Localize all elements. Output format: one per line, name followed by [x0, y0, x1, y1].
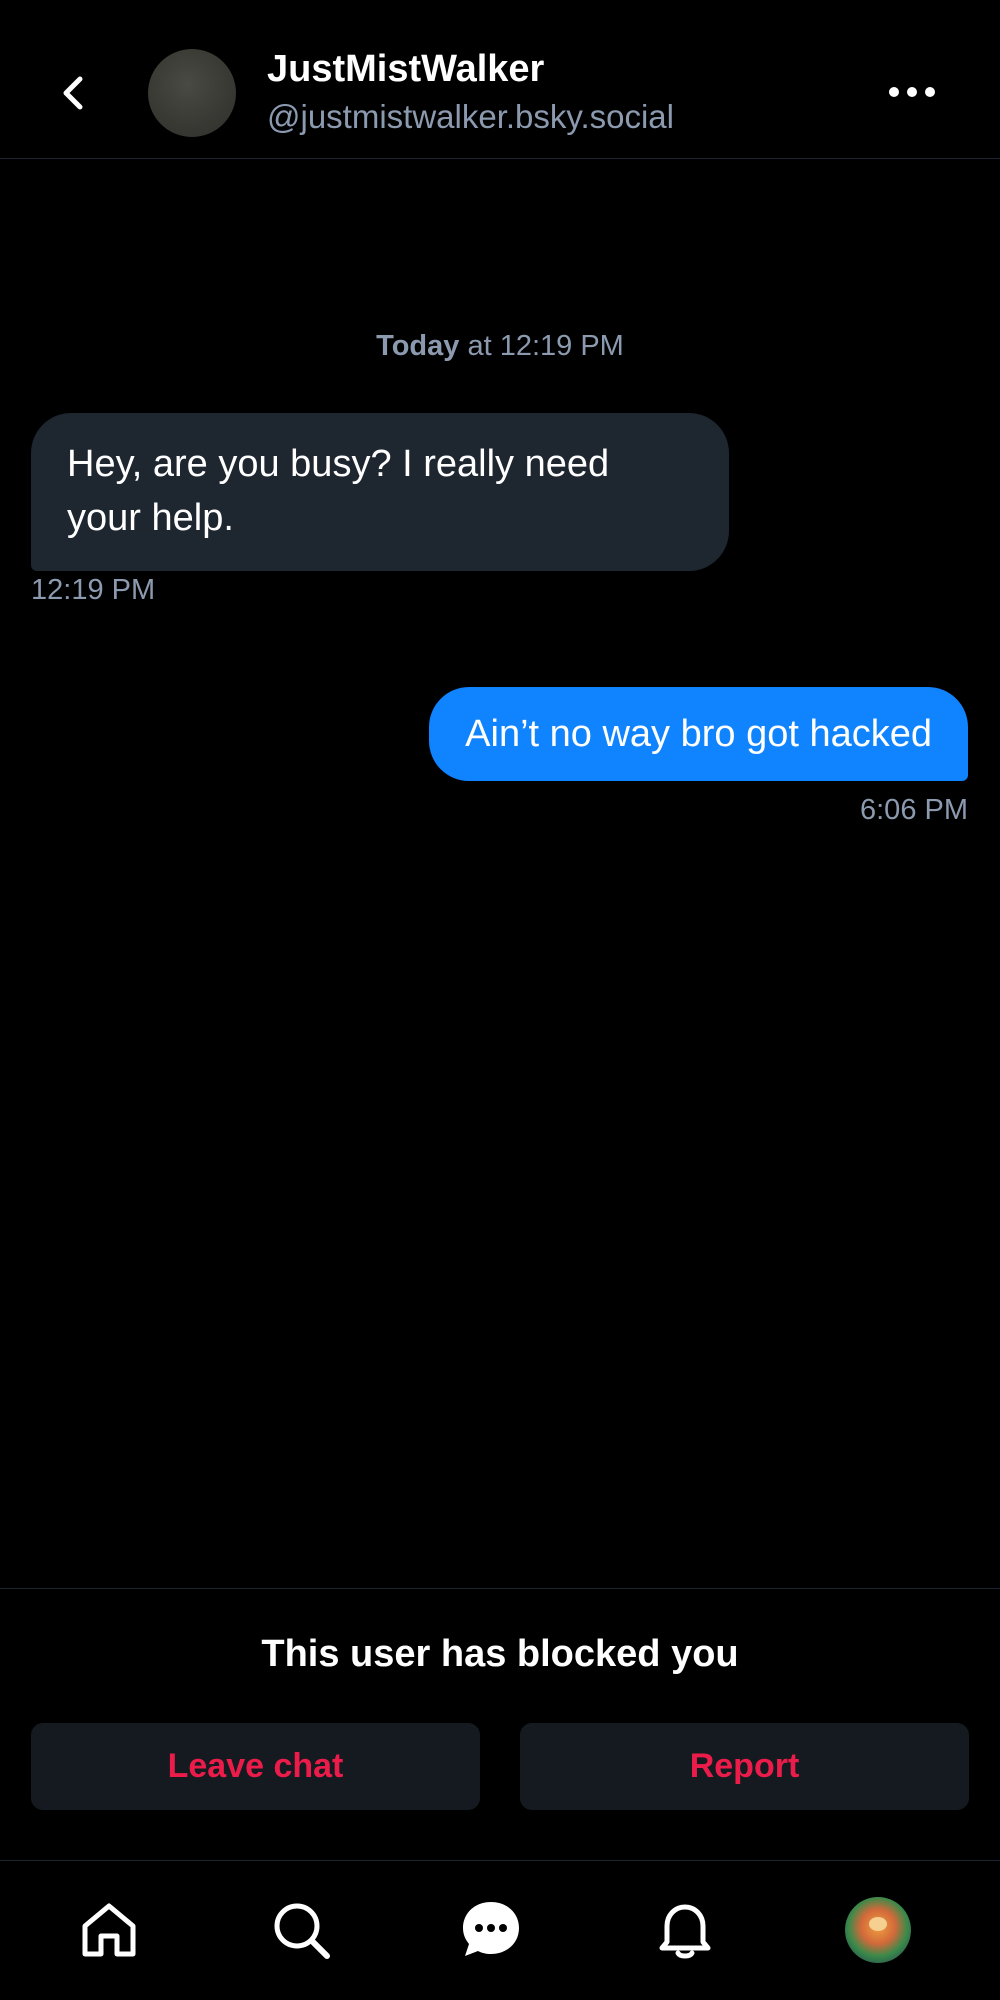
chevron-left-icon	[63, 76, 83, 110]
incoming-message-bubble[interactable]: Hey, are you busy? I really need your he…	[31, 413, 729, 571]
date-separator: Today at 12:19 PM	[0, 330, 1000, 363]
tab-search[interactable]	[266, 1895, 336, 1965]
tab-home[interactable]	[74, 1895, 144, 1965]
contact-avatar[interactable]	[148, 49, 236, 137]
outgoing-message-time: 6:06 PM	[860, 794, 968, 826]
blocked-message: This user has blocked you	[261, 1633, 739, 1675]
more-horizontal-icon	[889, 87, 935, 97]
contact-display-name[interactable]: JustMistWalker	[267, 48, 544, 91]
report-button[interactable]: Report	[520, 1723, 969, 1810]
search-icon	[274, 1903, 330, 1959]
contact-handle[interactable]: @justmistwalker.bsky.social	[267, 98, 674, 136]
blocked-notice-panel: This user has blocked you Leave chat Rep…	[0, 1588, 1000, 1860]
notifications-icon	[659, 1904, 711, 1959]
incoming-message-time: 12:19 PM	[31, 574, 156, 606]
date-separator-day: Today	[376, 330, 460, 362]
profile-avatar	[845, 1897, 911, 1963]
leave-chat-button[interactable]: Leave chat	[31, 1723, 480, 1810]
tab-messages[interactable]	[456, 1895, 526, 1965]
messages-icon	[463, 1902, 519, 1956]
tab-profile[interactable]	[843, 1895, 913, 1965]
outgoing-message-bubble[interactable]: Ain’t no way bro got hacked	[429, 687, 968, 781]
back-button[interactable]	[50, 70, 96, 116]
date-separator-time: at 12:19 PM	[459, 330, 624, 362]
home-icon	[82, 1903, 136, 1957]
tab-notifications[interactable]	[650, 1895, 720, 1965]
conversation-header: JustMistWalker @justmistwalker.bsky.soci…	[0, 0, 1000, 159]
bottom-tab-bar	[0, 1860, 1000, 2000]
more-options-button[interactable]	[884, 72, 940, 112]
